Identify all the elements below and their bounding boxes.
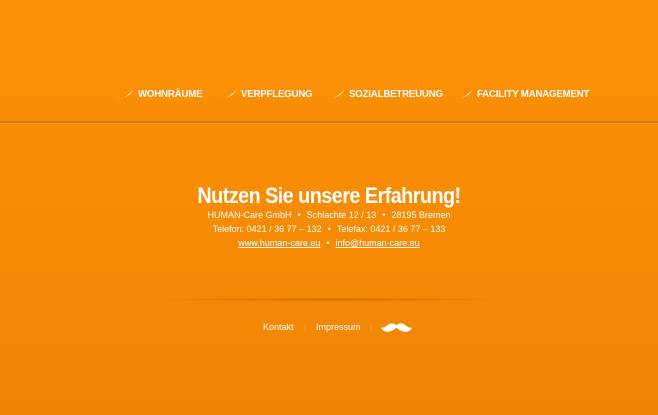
- main-navigation: WOHNRÄUME VERPFLEGUNG SOZIALBETREUUNG FA…: [0, 84, 658, 104]
- web-line: www.human-care.eu • info@human-care.eu: [0, 238, 658, 249]
- kontakt-link[interactable]: Kontakt: [263, 320, 294, 334]
- email-link[interactable]: info@human-care.eu: [336, 238, 420, 248]
- footer-separator: |: [304, 322, 307, 332]
- company-name: HUMAN-Care GmbH: [207, 210, 292, 220]
- leaf-icon: [327, 88, 346, 100]
- separator-dot: •: [382, 210, 386, 220]
- separator-dot: •: [326, 238, 330, 248]
- footer-divider: [160, 298, 500, 301]
- street: Schlachte 12 / 13: [306, 210, 377, 220]
- footer: Kontakt | Impressum |: [0, 320, 658, 334]
- leaf-icon: [455, 88, 474, 100]
- mustache-icon[interactable]: [380, 322, 413, 337]
- leaf-icon: [219, 88, 238, 100]
- nav-label: SOZIALBETREUUNG: [349, 88, 443, 100]
- address-line: HUMAN-Care GmbH • Schlachte 12 / 13 • 28195 …: [0, 210, 658, 221]
- phone-line: Telefon: 0421 / 36 77 – 132 • Telefax: 042…: [0, 224, 658, 235]
- nav-item-facility-management[interactable]: FACILITY MANAGEMENT: [455, 84, 599, 104]
- footer-separator: |: [370, 322, 373, 332]
- website-link[interactable]: www.human-care.eu: [238, 238, 320, 248]
- fax: Telefax: 0421 / 36 77 – 133: [336, 224, 446, 234]
- nav-label: VERPFLEGUNG: [241, 88, 313, 100]
- nav-item-verpflegung[interactable]: VERPFLEGUNG: [219, 84, 319, 104]
- headline: Nutzen Sie unsere Erfahrung!: [197, 182, 461, 208]
- nav-item-wohnraeume[interactable]: WOHNRÄUME: [116, 84, 208, 104]
- phone: Telefon: 0421 / 36 77 – 132: [212, 224, 322, 234]
- nav-divider: [0, 121, 658, 123]
- nav-item-sozialbetreuung[interactable]: SOZIALBETREUUNG: [327, 84, 451, 104]
- nav-label: FACILITY MANAGEMENT: [477, 88, 590, 100]
- impressum-link[interactable]: Impressum: [316, 320, 361, 334]
- leaf-icon: [116, 88, 135, 100]
- nav-label: WOHNRÄUME: [138, 88, 203, 100]
- city: 28195 Bremen: [391, 210, 451, 220]
- separator-dot: •: [327, 224, 331, 234]
- separator-dot: •: [297, 210, 301, 220]
